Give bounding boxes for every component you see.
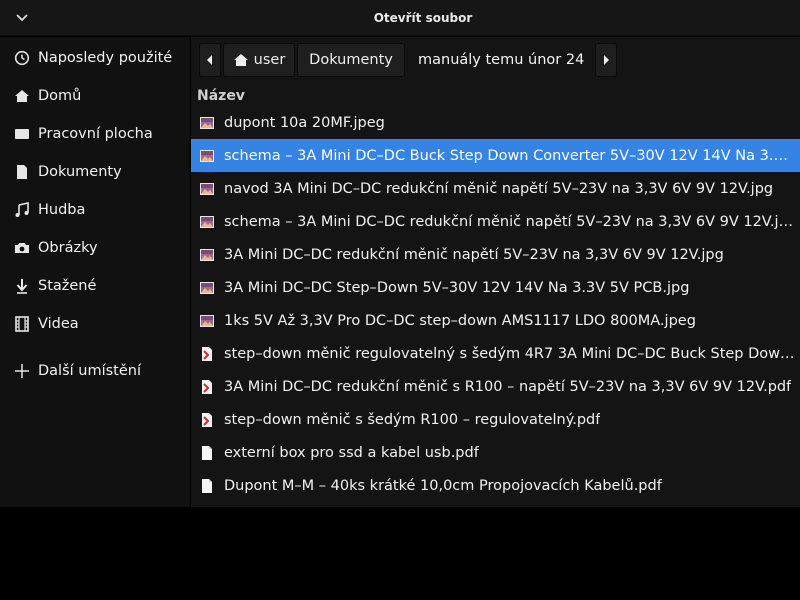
file-name: externí box pro ssd a kabel usb.pdf xyxy=(224,444,479,461)
sidebar-item-home[interactable]: Domů xyxy=(0,80,190,112)
sidebar-item-label: Stažené xyxy=(38,278,97,294)
file-row[interactable]: dupont 10a 20MF.jpeg xyxy=(191,106,800,139)
file-row[interactable]: 3A Mini DC–DC redukční měnič napětí 5V–2… xyxy=(191,238,800,271)
pdf-file-icon xyxy=(199,346,215,362)
file-row[interactable]: schema – 3A Mini DC–DC Buck Step Down Co… xyxy=(191,139,800,172)
sidebar-item-label: Další umístění xyxy=(38,363,141,379)
file-row[interactable]: externí box pro ssd a kabel usb.pdf xyxy=(191,436,800,469)
file-name: schema – 3A Mini DC–DC Buck Step Down Co… xyxy=(224,147,796,164)
home-icon xyxy=(233,54,248,66)
sidebar-item-label: Dokumenty xyxy=(38,164,122,180)
file-row[interactable]: schema – 3A Mini DC–DC redukční měnič na… xyxy=(191,205,800,238)
path-segment-documents[interactable]: Dokumenty xyxy=(297,43,405,77)
file-row[interactable]: 3A Mini DC–DC Step–Down 5V–30V 12V 14V N… xyxy=(191,271,800,304)
image-file-icon xyxy=(199,214,215,230)
image-file-icon xyxy=(199,313,215,329)
document-file-icon xyxy=(199,478,215,494)
window-title: Otevřít soubor xyxy=(373,11,473,25)
sidebar-item-downloads[interactable]: Stažené xyxy=(0,270,190,302)
sidebar-item-label: Hudba xyxy=(38,202,86,218)
file-row[interactable]: step–down měnič s šedým R100 – regulovat… xyxy=(191,403,800,436)
titlebar: Otevřít soubor xyxy=(0,0,800,36)
desktop-icon xyxy=(14,126,30,142)
places-sidebar: Naposledy použité Domů Pracovní plocha D… xyxy=(0,37,190,507)
download-icon xyxy=(14,278,30,294)
document-file-icon xyxy=(199,445,215,461)
file-name: 1ks 5V Až 3,3V Pro DC–DC step–down AMS11… xyxy=(224,312,696,329)
music-icon xyxy=(14,202,30,218)
pdf-file-icon xyxy=(199,412,215,428)
file-name: navod 3A Mini DC–DC redukční měnič napět… xyxy=(224,180,774,197)
plus-icon xyxy=(14,363,30,379)
sidebar-item-videos[interactable]: Videa xyxy=(0,308,190,340)
file-row[interactable]: 3A Mini DC–DC redukční měnič s R100 – na… xyxy=(191,370,800,403)
pdf-file-icon xyxy=(199,379,215,395)
sidebar-item-label: Videa xyxy=(38,316,79,332)
sidebar-item-label: Domů xyxy=(38,88,82,104)
path-segment-current[interactable]: manuály temu únor 24 xyxy=(418,43,584,77)
file-name: dupont 10a 20MF.jpeg xyxy=(224,114,385,131)
file-name: step–down měnič regulovatelný s šedým 4R… xyxy=(224,345,796,362)
film-icon xyxy=(14,316,30,332)
path-scroll-right-button[interactable] xyxy=(595,43,617,77)
document-icon xyxy=(14,164,30,180)
sidebar-item-recent[interactable]: Naposledy použité xyxy=(0,42,190,74)
path-segment-label: Dokumenty xyxy=(309,52,393,68)
image-file-icon xyxy=(199,181,215,197)
camera-icon xyxy=(14,240,30,256)
file-name: 3A Mini DC–DC redukční měnič s R100 – na… xyxy=(224,378,792,395)
path-segment-home[interactable]: user xyxy=(223,43,295,77)
file-name: Dupont M–M – 40ks krátké 10,0cm Propojov… xyxy=(224,477,662,494)
file-name: schema – 3A Mini DC–DC redukční měnič na… xyxy=(224,213,796,230)
chevron-right-icon xyxy=(604,55,609,65)
path-segment-label: user xyxy=(253,52,286,68)
file-row[interactable]: 1ks 5V Až 3,3V Pro DC–DC step–down AMS11… xyxy=(191,304,800,337)
empty-area xyxy=(0,507,800,600)
sidebar-item-pictures[interactable]: Obrázky xyxy=(0,232,190,264)
column-header-name[interactable]: Název xyxy=(197,88,245,104)
image-file-icon xyxy=(199,148,215,164)
home-icon xyxy=(14,88,30,104)
image-file-icon xyxy=(199,280,215,296)
image-file-icon xyxy=(199,247,215,263)
sidebar-item-documents[interactable]: Dokumenty xyxy=(0,156,190,188)
file-row[interactable]: Dupont M–M – 40ks krátké 10,0cm Propojov… xyxy=(191,469,800,502)
clock-icon xyxy=(14,50,30,66)
file-row[interactable]: step–down měnič regulovatelný s šedým 4R… xyxy=(191,337,800,370)
image-file-icon xyxy=(199,115,215,131)
sidebar-item-label: Pracovní plocha xyxy=(38,126,153,142)
file-name: 3A Mini DC–DC Step–Down 5V–30V 12V 14V N… xyxy=(224,279,690,296)
chevron-left-icon xyxy=(207,55,212,65)
file-chooser-main: user Dokumenty manuály temu únor 24 Náze… xyxy=(191,37,800,507)
sidebar-item-label: Obrázky xyxy=(38,240,98,256)
path-scroll-left-button[interactable] xyxy=(199,43,221,77)
file-name: 3A Mini DC–DC redukční měnič napětí 5V–2… xyxy=(224,246,724,263)
file-row[interactable]: navod 3A Mini DC–DC redukční měnič napět… xyxy=(191,172,800,205)
sidebar-item-desktop[interactable]: Pracovní plocha xyxy=(0,118,190,150)
sidebar-item-label: Naposledy použité xyxy=(38,50,173,66)
sidebar-item-other-locations[interactable]: Další umístění xyxy=(0,355,190,387)
sidebar-item-music[interactable]: Hudba xyxy=(0,194,190,226)
file-name: step–down měnič s šedým R100 – regulovat… xyxy=(224,411,601,428)
